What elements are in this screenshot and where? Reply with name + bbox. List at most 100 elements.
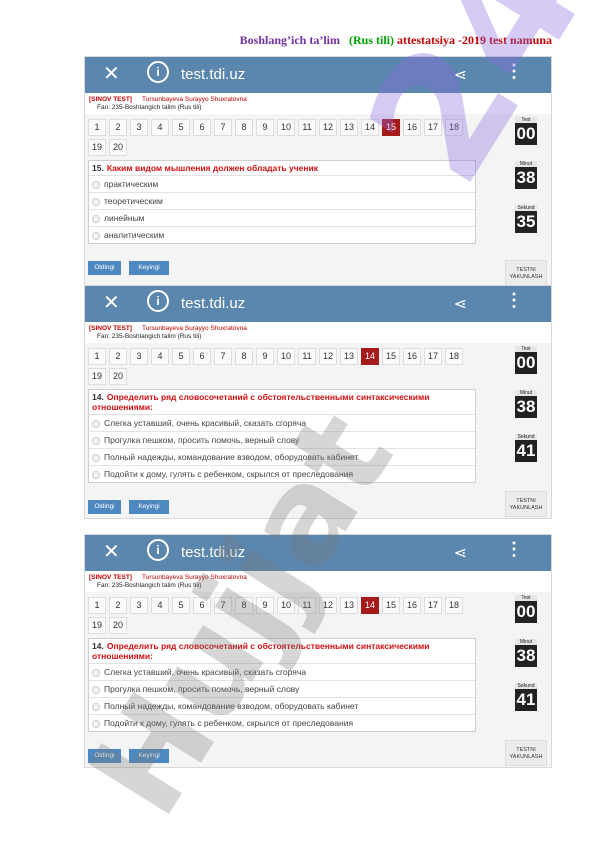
page-number-button[interactable]: 7 <box>214 597 232 614</box>
more-options-icon[interactable]: ⋮ <box>505 539 523 560</box>
answer-option[interactable]: теоретическим <box>89 193 475 210</box>
answer-option[interactable]: Полный надежды, командование взводом, об… <box>89 698 475 715</box>
page-number-button[interactable]: 2 <box>109 348 127 365</box>
page-number-button[interactable]: 1 <box>88 119 106 136</box>
radio-icon[interactable] <box>92 702 100 711</box>
finish-test-button[interactable]: TESTNI YAKUNLASH <box>505 740 547 766</box>
page-number-button[interactable]: 2 <box>109 119 127 136</box>
page-number-button[interactable]: 15 <box>382 597 400 614</box>
answer-option[interactable]: аналитическим <box>89 227 475 243</box>
page-number-button[interactable]: 4 <box>151 597 169 614</box>
page-number-button[interactable]: 16 <box>403 597 421 614</box>
page-number-button[interactable]: 19 <box>88 617 106 634</box>
radio-icon[interactable] <box>92 685 100 694</box>
page-number-button[interactable]: 10 <box>277 597 295 614</box>
page-number-button[interactable]: 3 <box>130 597 148 614</box>
finish-test-button[interactable]: TESTNI YAKUNLASH <box>505 491 547 517</box>
next-button[interactable]: Keyingi <box>129 749 169 763</box>
answer-option[interactable]: Подойти к дому, гулять с ребенком, скрыл… <box>89 466 475 482</box>
finish-test-button[interactable]: TESTNI YAKUNLASH <box>505 260 547 286</box>
answer-option[interactable]: Слегка уставший, очень красивый, сказать… <box>89 664 475 681</box>
page-number-button[interactable]: 15 <box>382 119 400 136</box>
page-number-button[interactable]: 5 <box>172 119 190 136</box>
page-number-button[interactable]: 9 <box>256 119 274 136</box>
page-number-button[interactable]: 2 <box>109 597 127 614</box>
page-number-button[interactable]: 13 <box>340 119 358 136</box>
page-number-button[interactable]: 14 <box>361 597 379 614</box>
close-icon[interactable]: ✕ <box>103 61 120 86</box>
page-number-button[interactable]: 11 <box>298 348 316 365</box>
page-number-button[interactable]: 12 <box>319 348 337 365</box>
previous-button[interactable]: Oldingi <box>88 749 121 763</box>
page-number-button[interactable]: 1 <box>88 597 106 614</box>
page-number-button[interactable]: 16 <box>403 348 421 365</box>
page-number-button[interactable]: 19 <box>88 368 106 385</box>
page-number-button[interactable]: 16 <box>403 119 421 136</box>
page-number-button[interactable]: 17 <box>424 348 442 365</box>
page-number-button[interactable]: 7 <box>214 348 232 365</box>
radio-icon[interactable] <box>92 719 100 728</box>
more-options-icon[interactable]: ⋮ <box>505 290 523 311</box>
close-icon[interactable]: ✕ <box>103 539 120 564</box>
share-icon[interactable]: ⋖ <box>454 65 467 85</box>
radio-icon[interactable] <box>92 197 100 206</box>
info-icon[interactable]: i <box>147 290 169 312</box>
page-number-button[interactable]: 4 <box>151 348 169 365</box>
answer-option[interactable]: Слегка уставший, очень красивый, сказать… <box>89 415 475 432</box>
page-number-button[interactable]: 8 <box>235 119 253 136</box>
share-icon[interactable]: ⋖ <box>454 294 467 314</box>
page-number-button[interactable]: 18 <box>445 348 463 365</box>
page-number-button[interactable]: 8 <box>235 597 253 614</box>
page-number-button[interactable]: 18 <box>445 597 463 614</box>
page-number-button[interactable]: 1 <box>88 348 106 365</box>
page-number-button[interactable]: 14 <box>361 119 379 136</box>
answer-option[interactable]: Прогулка пешком, просить помочь, верный … <box>89 432 475 449</box>
page-number-button[interactable]: 3 <box>130 119 148 136</box>
radio-icon[interactable] <box>92 214 100 223</box>
more-options-icon[interactable]: ⋮ <box>505 61 523 82</box>
page-number-button[interactable]: 11 <box>298 597 316 614</box>
radio-icon[interactable] <box>92 453 100 462</box>
answer-option[interactable]: линейным <box>89 210 475 227</box>
page-number-button[interactable]: 20 <box>109 139 127 156</box>
radio-icon[interactable] <box>92 470 100 479</box>
page-number-button[interactable]: 6 <box>193 348 211 365</box>
page-number-button[interactable]: 5 <box>172 348 190 365</box>
page-number-button[interactable]: 17 <box>424 119 442 136</box>
page-number-button[interactable]: 4 <box>151 119 169 136</box>
answer-option[interactable]: Полный надежды, командование взводом, об… <box>89 449 475 466</box>
page-number-button[interactable]: 8 <box>235 348 253 365</box>
page-number-button[interactable]: 20 <box>109 368 127 385</box>
info-icon[interactable]: i <box>147 61 169 83</box>
close-icon[interactable]: ✕ <box>103 290 120 315</box>
page-number-button[interactable]: 7 <box>214 119 232 136</box>
page-number-button[interactable]: 18 <box>445 119 463 136</box>
page-number-button[interactable]: 6 <box>193 119 211 136</box>
radio-icon[interactable] <box>92 180 100 189</box>
radio-icon[interactable] <box>92 231 100 240</box>
answer-option[interactable]: Подойти к дому, гулять с ребенком, скрыл… <box>89 715 475 731</box>
page-number-button[interactable]: 3 <box>130 348 148 365</box>
page-number-button[interactable]: 6 <box>193 597 211 614</box>
next-button[interactable]: Keyingi <box>129 500 169 514</box>
page-number-button[interactable]: 13 <box>340 597 358 614</box>
page-number-button[interactable]: 15 <box>382 348 400 365</box>
radio-icon[interactable] <box>92 436 100 445</box>
previous-button[interactable]: Oldingi <box>88 261 121 275</box>
share-icon[interactable]: ⋖ <box>454 543 467 563</box>
info-icon[interactable]: i <box>147 539 169 561</box>
answer-option[interactable]: практическим <box>89 176 475 193</box>
page-number-button[interactable]: 10 <box>277 348 295 365</box>
page-number-button[interactable]: 13 <box>340 348 358 365</box>
previous-button[interactable]: Oldingi <box>88 500 121 514</box>
page-number-button[interactable]: 19 <box>88 139 106 156</box>
page-number-button[interactable]: 20 <box>109 617 127 634</box>
answer-option[interactable]: Прогулка пешком, просить помочь, верный … <box>89 681 475 698</box>
page-number-button[interactable]: 17 <box>424 597 442 614</box>
page-number-button[interactable]: 12 <box>319 597 337 614</box>
page-number-button[interactable]: 9 <box>256 348 274 365</box>
page-number-button[interactable]: 12 <box>319 119 337 136</box>
radio-icon[interactable] <box>92 419 100 428</box>
page-number-button[interactable]: 5 <box>172 597 190 614</box>
page-number-button[interactable]: 10 <box>277 119 295 136</box>
